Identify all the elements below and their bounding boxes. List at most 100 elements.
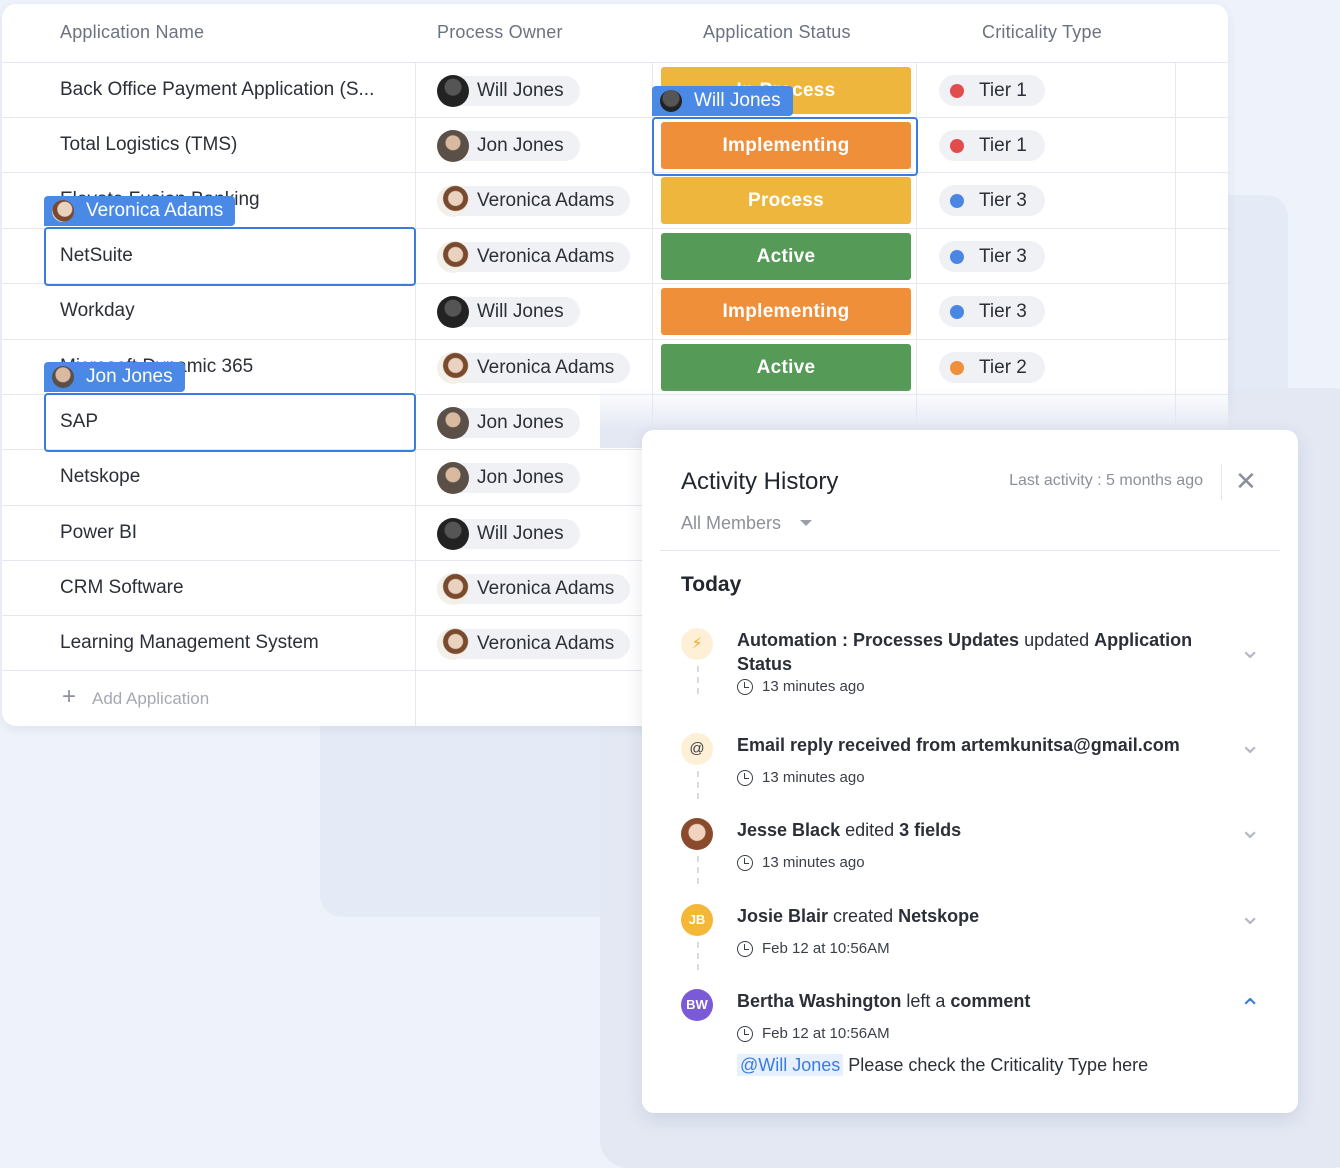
avatar — [437, 628, 469, 660]
owner-pill[interactable]: Jon Jones — [437, 462, 580, 494]
application-name-cell[interactable]: Learning Management System — [60, 632, 319, 654]
application-name-cell[interactable]: Power BI — [60, 522, 137, 544]
cell-selection-box — [44, 227, 416, 286]
owner-name: Jon Jones — [477, 412, 564, 433]
avatar — [660, 90, 682, 112]
status-badge[interactable]: Process — [661, 177, 911, 224]
avatar-jb: JB — [681, 904, 713, 936]
column-divider — [415, 62, 416, 671]
criticality-pill[interactable]: Tier 3 — [939, 241, 1045, 272]
avatar — [437, 241, 469, 273]
chevron-up-icon[interactable]: ⌃ — [1239, 993, 1261, 1024]
status-badge[interactable]: Active — [661, 344, 911, 391]
avatar — [437, 130, 469, 162]
avatar — [52, 200, 74, 222]
activity-timestamp: 13 minutes ago — [737, 854, 865, 871]
clock-icon — [737, 855, 753, 871]
chevron-down-icon[interactable]: ⌄ — [1239, 814, 1261, 845]
mention-tag[interactable]: @Will Jones — [737, 1054, 844, 1076]
criticality-pill[interactable]: Tier 3 — [939, 185, 1045, 216]
clock-icon — [737, 1026, 753, 1042]
criticality-pill[interactable]: Tier 1 — [939, 130, 1045, 161]
add-application-button[interactable]: Add Application — [92, 689, 209, 709]
close-icon[interactable]: ✕ — [1235, 468, 1257, 494]
column-header-criticality-type[interactable]: Criticality Type — [982, 22, 1102, 43]
criticality-dot — [950, 139, 964, 153]
activity-timestamp: 13 minutes ago — [737, 769, 865, 786]
column-header-application-status[interactable]: Application Status — [703, 22, 851, 43]
divider — [660, 550, 1280, 551]
table-row[interactable]: Microsoft Dynamic 365Veronica AdamsActiv… — [2, 339, 1228, 395]
criticality-dot — [950, 84, 964, 98]
owner-name: Veronica Adams — [477, 246, 615, 267]
owner-name: Veronica Adams — [477, 578, 615, 599]
avatar — [437, 462, 469, 494]
avatar-bw: BW — [681, 989, 713, 1021]
activity-timestamp: Feb 12 at 10:56AM — [737, 940, 890, 957]
owner-pill[interactable]: Will Jones — [437, 518, 580, 550]
owner-name: Jon Jones — [477, 467, 564, 488]
avatar-jesse — [681, 818, 713, 850]
cursor-label-will-jones: Will Jones — [652, 86, 793, 116]
status-badge[interactable]: Implementing — [661, 288, 911, 335]
bolt-icon: ⚡ — [681, 628, 713, 660]
activity-timestamp: 13 minutes ago — [737, 678, 865, 695]
criticality-pill[interactable]: Tier 1 — [939, 75, 1045, 106]
column-divider — [415, 670, 416, 726]
criticality-label: Tier 3 — [979, 246, 1027, 267]
owner-pill[interactable]: Jon Jones — [437, 407, 580, 439]
criticality-label: Tier 1 — [979, 80, 1027, 101]
last-activity-text: Last activity : 5 months ago — [1009, 472, 1203, 489]
owner-pill[interactable]: Will Jones — [437, 296, 580, 328]
chevron-down-icon[interactable]: ⌄ — [1239, 900, 1261, 931]
table-row[interactable]: Workday Will Jones Implementing Tier 3 — [2, 283, 1228, 339]
table-row[interactable]: Total Logistics (TMS) Jon Jones Implementi… — [2, 117, 1228, 173]
activity-history-panel: Activity History All Members Last activi… — [642, 430, 1298, 1113]
criticality-dot — [950, 361, 964, 375]
criticality-label: Tier 3 — [979, 190, 1027, 211]
owner-pill[interactable]: Jon Jones — [437, 130, 580, 162]
criticality-pill[interactable]: Tier 3 — [939, 296, 1045, 327]
owner-name: Jon Jones — [477, 135, 564, 156]
avatar — [437, 573, 469, 605]
activity-timestamp: Feb 12 at 10:56AM — [737, 1025, 890, 1042]
chevron-down-icon[interactable]: ⌄ — [1239, 729, 1261, 760]
application-name-cell[interactable]: CRM Software — [60, 577, 184, 599]
criticality-pill[interactable]: Tier 2 — [939, 352, 1045, 383]
comment-text: @Will Jones Please check the Criticality… — [737, 1054, 1148, 1076]
application-name-cell[interactable]: Netskope — [60, 466, 140, 488]
chevron-down-icon[interactable]: ⌄ — [1239, 634, 1261, 665]
column-header-process-owner[interactable]: Process Owner — [437, 22, 563, 43]
avatar — [437, 352, 469, 384]
members-filter-dropdown[interactable]: All Members — [681, 513, 781, 534]
criticality-label: Tier 2 — [979, 357, 1027, 378]
status-badge[interactable]: Active — [661, 233, 911, 280]
application-name-cell[interactable]: Back Office Payment Application (S... — [60, 79, 374, 101]
clock-icon — [737, 941, 753, 957]
timeline-connector — [697, 856, 699, 884]
column-header-application-name[interactable]: Application Name — [60, 22, 204, 43]
activity-text: Email reply received from artemkunitsa@g… — [737, 735, 1180, 755]
activity-text: Automation : Processes Updates updated A… — [737, 630, 1193, 674]
criticality-dot — [950, 305, 964, 319]
cell-selection-box — [652, 117, 918, 176]
application-name-cell[interactable]: Workday — [60, 300, 135, 322]
owner-pill[interactable]: Veronica Adams — [437, 241, 631, 273]
timeline-connector — [697, 666, 699, 694]
owner-pill[interactable]: Veronica Adams — [437, 628, 631, 660]
timeline-connector — [697, 771, 699, 799]
application-name-cell[interactable]: Total Logistics (TMS) — [60, 134, 237, 156]
avatar — [437, 296, 469, 328]
criticality-label: Tier 1 — [979, 135, 1027, 156]
table-row[interactable]: Back Office Payment Application (S... Wil… — [2, 62, 1228, 118]
divider — [1221, 464, 1222, 500]
owner-pill[interactable]: Veronica Adams — [437, 573, 631, 605]
owner-name: Veronica Adams — [477, 357, 615, 378]
table-header: Application Name Process Owner Applicati… — [2, 4, 1228, 62]
avatar — [437, 75, 469, 107]
chevron-down-icon[interactable] — [800, 520, 812, 526]
owner-name: Veronica Adams — [477, 633, 615, 654]
owner-pill[interactable]: Will Jones — [437, 75, 580, 107]
owner-pill[interactable]: Veronica Adams — [437, 352, 631, 384]
owner-pill[interactable]: Veronica Adams — [437, 185, 631, 217]
